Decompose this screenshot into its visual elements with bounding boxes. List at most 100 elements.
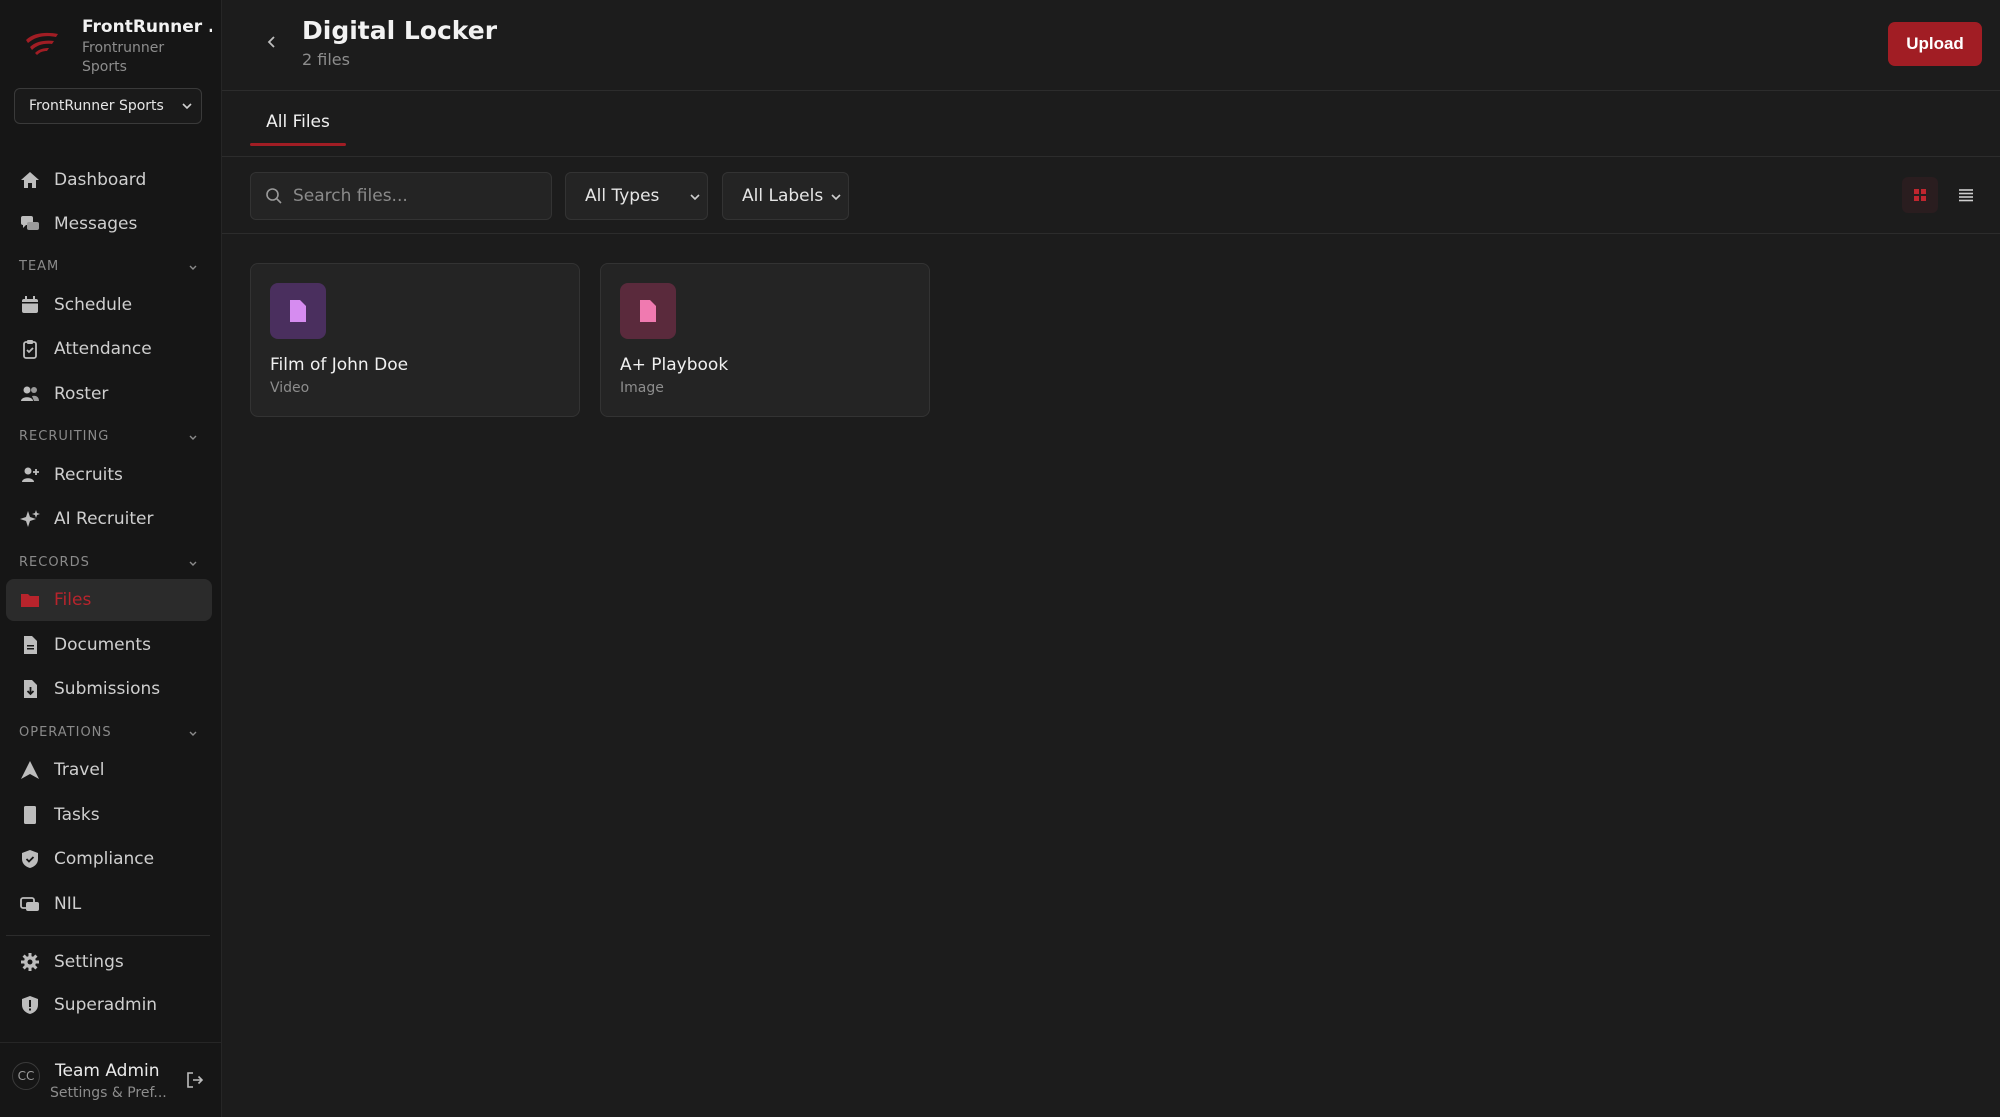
avatar: CC	[12, 1062, 40, 1090]
sidebar-item-nil[interactable]: NIL	[6, 883, 212, 925]
sidebar-item-messages[interactable]: Messages	[6, 203, 212, 245]
sidebar-divider	[6, 935, 210, 936]
sidebar-item-label: Compliance	[54, 849, 155, 869]
brand-subtitle: Frontrunner Sports	[82, 40, 165, 75]
page-header: Digital Locker 2 files Upload	[222, 0, 2000, 91]
sidebar-item-label: Travel	[54, 760, 105, 780]
sidebar-item-label: Submissions	[54, 679, 161, 699]
file-toolbar: All Types All Labels	[222, 157, 2000, 234]
sidebar-item-label: AI Recruiter	[54, 509, 154, 529]
label-filter-value: All Labels	[742, 186, 824, 206]
file-type: Video	[270, 380, 310, 396]
chevron-down-icon	[189, 265, 197, 270]
grid-icon	[1914, 189, 1926, 201]
sidebar-item-label: Files	[54, 590, 92, 610]
chevron-down-icon	[182, 103, 192, 110]
sidebar-item-label: Settings	[54, 952, 124, 972]
sidebar-item-label: Schedule	[54, 295, 133, 315]
sidebar-item-compliance[interactable]: Compliance	[6, 838, 212, 880]
sidebar-item-documents[interactable]: Documents	[6, 624, 212, 666]
section-label: RECRUITING	[19, 429, 110, 444]
page-title: Digital Locker	[302, 16, 498, 45]
section-label: RECORDS	[19, 555, 90, 570]
tab-bar: All Files	[222, 92, 2000, 157]
file-name: Film of John Doe	[270, 355, 409, 375]
upload-button[interactable]: Upload	[1888, 22, 1982, 66]
section-recruiting[interactable]: RECRUITING	[19, 429, 199, 444]
active-tab-indicator	[250, 143, 346, 146]
organization-select[interactable]: FrontRunner Sports	[14, 88, 202, 124]
user-name: Team Admin	[55, 1061, 160, 1081]
label-filter-select[interactable]: All Labels	[722, 172, 849, 220]
sidebar-item-tasks[interactable]: Tasks	[6, 794, 212, 836]
file-thumbnail	[270, 283, 326, 339]
chevron-down-icon	[831, 194, 841, 201]
sidebar-item-travel[interactable]: Travel	[6, 749, 212, 791]
section-team[interactable]: TEAM	[19, 259, 199, 274]
tab-all-files[interactable]: All Files	[250, 92, 346, 147]
file-icon	[640, 300, 656, 322]
sidebar-item-ai-recruiter[interactable]: AI Recruiter	[6, 498, 212, 540]
sidebar-item-label: Superadmin	[54, 995, 158, 1015]
list-view-button[interactable]	[1948, 177, 1984, 213]
clipboard-check-icon	[23, 340, 37, 359]
folder-icon	[21, 594, 39, 607]
sidebar-item-label: Documents	[54, 635, 151, 655]
file-name: A+ Playbook	[620, 355, 729, 375]
shield-check-icon	[22, 850, 38, 868]
search-input[interactable]	[293, 173, 543, 219]
gear-icon	[21, 953, 39, 971]
sidebar-item-label: Messages	[54, 214, 138, 234]
chevron-down-icon	[189, 435, 197, 440]
user-plus-icon	[22, 467, 39, 482]
brand-header: FrontRunner ... Frontrunner Sports	[0, 0, 222, 84]
list-icon	[1959, 189, 1973, 202]
task-book-icon	[24, 806, 36, 824]
section-records[interactable]: RECORDS	[19, 555, 199, 570]
sidebar-item-label: Dashboard	[54, 170, 147, 190]
file-icon	[290, 300, 306, 322]
file-card[interactable]: Film of John Doe Video	[250, 263, 580, 417]
file-count: 2 files	[302, 50, 350, 69]
file-download-icon	[24, 680, 37, 698]
sidebar-item-settings[interactable]: Settings	[6, 941, 212, 983]
sidebar-item-dashboard[interactable]: Dashboard	[6, 159, 212, 201]
calendar-icon	[22, 296, 38, 313]
sidebar-item-attendance[interactable]: Attendance	[6, 328, 212, 370]
file-thumbnail	[620, 283, 676, 339]
sidebar-item-submissions[interactable]: Submissions	[6, 668, 212, 710]
grid-view-button[interactable]	[1902, 177, 1938, 213]
back-chevron-icon[interactable]	[262, 32, 282, 52]
sparkles-icon	[20, 510, 40, 527]
home-icon	[21, 172, 39, 188]
sidebar-item-label: Roster	[54, 384, 109, 404]
sidebar-item-recruits[interactable]: Recruits	[6, 454, 212, 496]
search-icon	[266, 188, 282, 204]
type-filter-select[interactable]: All Types	[565, 172, 708, 220]
section-operations[interactable]: OPERATIONS	[19, 725, 199, 740]
logout-icon[interactable]	[186, 1071, 204, 1089]
main-content: Digital Locker 2 files Upload All Files …	[222, 0, 2000, 1117]
sidebar-item-schedule[interactable]: Schedule	[6, 284, 212, 326]
user-profile[interactable]: CC Team Admin Settings & Pref...	[0, 1042, 222, 1117]
users-icon	[21, 386, 39, 401]
section-label: TEAM	[19, 259, 60, 274]
search-box	[250, 172, 552, 220]
chevron-down-icon	[189, 561, 197, 566]
file-card[interactable]: A+ Playbook Image	[600, 263, 930, 417]
sidebar-item-superadmin[interactable]: Superadmin	[6, 984, 212, 1026]
type-filter-value: All Types	[585, 186, 660, 206]
cards-icon	[20, 897, 39, 911]
organization-select-value: FrontRunner Sports	[29, 98, 164, 114]
navigation-arrow-icon	[21, 761, 39, 779]
sidebar-item-label: Attendance	[54, 339, 152, 359]
chat-bubbles-icon	[21, 216, 39, 230]
sidebar: FrontRunner ... Frontrunner Sports Front…	[0, 0, 222, 1117]
sidebar-item-label: NIL	[54, 894, 82, 914]
brand-name: FrontRunner ...	[82, 17, 212, 37]
sidebar-item-files[interactable]: Files	[6, 579, 212, 621]
sidebar-item-roster[interactable]: Roster	[6, 373, 212, 415]
file-type: Image	[620, 380, 664, 396]
sidebar-item-label: Recruits	[54, 465, 123, 485]
user-subtitle: Settings & Pref...	[50, 1085, 167, 1101]
